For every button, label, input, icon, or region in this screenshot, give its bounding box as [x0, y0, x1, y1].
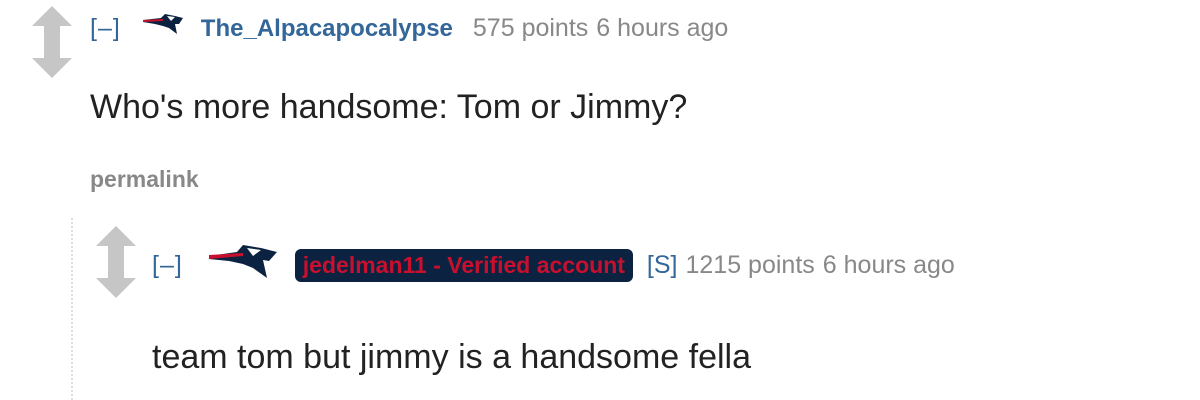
parent-comment-body: Who's more handsome: Tom or Jimmy? — [90, 88, 688, 126]
reply-upvote-downvote-icon — [96, 226, 136, 298]
parent-author-link[interactable]: The_Alpacapocalypse — [201, 15, 453, 43]
parent-points: 575 points — [472, 14, 589, 42]
upvote-arrow-icon[interactable] — [96, 226, 136, 262]
submitter-tag[interactable]: [S] — [647, 251, 678, 280]
reply-tagline: [–] jedelman11 - Verified account [S] 12… — [152, 242, 955, 289]
reply-comment-body: team tom but jimmy is a handsome fella — [152, 338, 752, 376]
downvote-arrow-icon[interactable] — [96, 262, 136, 298]
parent-upvote-downvote-icon — [32, 6, 72, 78]
reply-vote-arrows — [94, 226, 138, 298]
collapse-toggle[interactable]: [–] — [90, 14, 121, 43]
patriots-logo-icon — [141, 12, 185, 45]
parent-vote-arrows — [30, 6, 74, 78]
verified-author-badge[interactable]: jedelman11 - Verified account — [294, 249, 633, 282]
patriots-logo-icon — [207, 242, 279, 289]
collapse-toggle[interactable]: [–] — [152, 251, 183, 280]
downvote-arrow-icon[interactable] — [32, 42, 72, 78]
child-thread-line — [71, 218, 73, 400]
upvote-arrow-icon[interactable] — [32, 6, 72, 42]
parent-timestamp: 6 hours ago — [596, 14, 729, 42]
reply-points: 1215 points — [685, 251, 815, 279]
permalink-link[interactable]: permalink — [90, 166, 199, 193]
parent-tagline: [–] The_Alpacapocalypse 575 points 6 hou… — [90, 12, 728, 45]
reply-timestamp: 6 hours ago — [822, 251, 955, 279]
